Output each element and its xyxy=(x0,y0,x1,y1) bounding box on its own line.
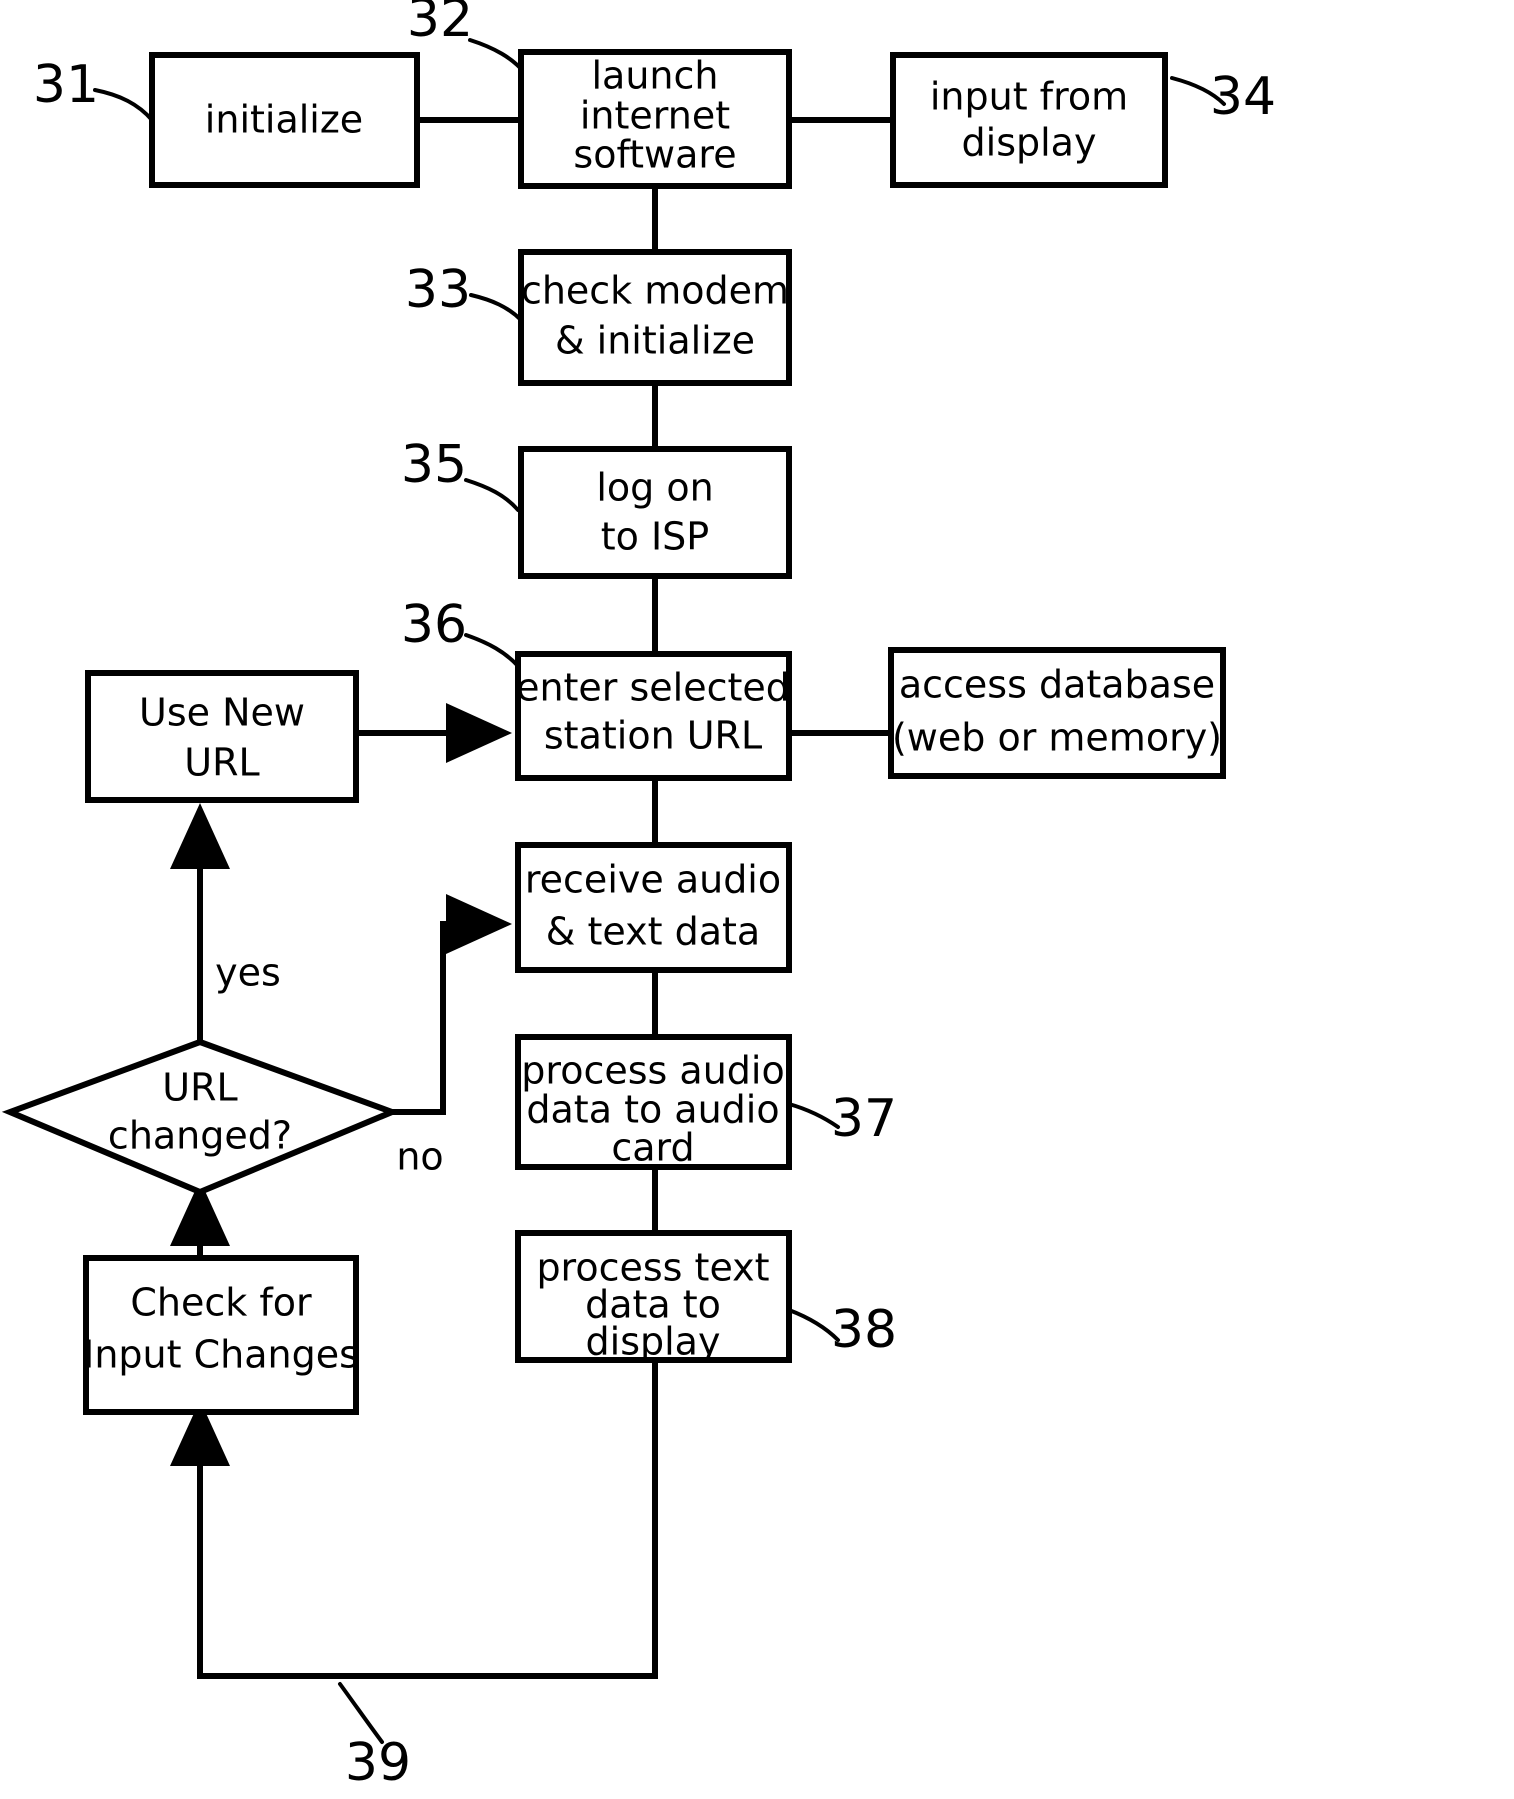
node-logon-line-0: log on xyxy=(596,466,713,510)
node-check-modem-line-1: & initialize xyxy=(555,319,755,363)
ref-numeral-31: 31 xyxy=(33,55,99,115)
flowchart-canvas: initialize launch internet software inpu… xyxy=(1,0,1276,1793)
ref-numeral-38: 38 xyxy=(831,1300,897,1360)
ref-numeral-39: 39 xyxy=(345,1733,411,1793)
patent-flowchart-figure: initialize launch internet software inpu… xyxy=(0,0,1514,1799)
ref-numeral-33: 33 xyxy=(405,260,471,320)
connector-no-branch-to-receive-audio xyxy=(392,894,512,1115)
node-use-new-url-line-0: Use New xyxy=(139,691,305,735)
node-use-new-url-line-1: URL xyxy=(184,741,259,785)
leader-35 xyxy=(464,478,520,512)
node-initialize-line-0: initialize xyxy=(205,98,363,142)
node-logon-line-1: to ISP xyxy=(601,515,709,559)
node-url-changed-line-1: changed? xyxy=(108,1114,292,1158)
node-process-audio-line-0: process audio xyxy=(521,1049,784,1093)
node-access-database-line-0: access database xyxy=(899,663,1215,707)
leader-33 xyxy=(469,293,523,322)
leader-32 xyxy=(468,38,526,74)
edge-label-yes: yes xyxy=(215,951,281,995)
ref-numeral-34: 34 xyxy=(1210,67,1276,127)
node-url-changed-line-0: URL xyxy=(162,1066,237,1110)
leader-31 xyxy=(93,88,154,122)
leader-36 xyxy=(464,633,520,668)
ref-numeral-32: 32 xyxy=(407,0,473,49)
ref-numeral-35: 35 xyxy=(401,435,467,495)
node-launch-line-2: software xyxy=(573,133,736,177)
ref-numeral-36: 36 xyxy=(401,595,467,655)
ref-numeral-37: 37 xyxy=(831,1089,897,1149)
node-enter-url-line-1: station URL xyxy=(544,714,762,758)
node-receive-audio-line-1: & text data xyxy=(546,910,760,954)
node-check-input-line-1: Input Changes xyxy=(83,1333,359,1377)
node-process-text-line-2: display xyxy=(586,1320,721,1364)
node-launch-line-1: internet xyxy=(580,94,730,138)
node-process-audio-line-2: card xyxy=(611,1126,694,1170)
node-input-display-line-1: display xyxy=(962,121,1097,165)
node-enter-url-line-0: enter selected xyxy=(516,666,790,710)
node-check-input-line-0: Check for xyxy=(130,1281,312,1325)
edge-label-no: no xyxy=(396,1135,443,1179)
node-access-database-line-1: (web or memory) xyxy=(892,716,1222,760)
node-receive-audio-line-0: receive audio xyxy=(525,858,781,902)
node-input-display-line-0: input from xyxy=(930,75,1128,119)
node-launch-line-0: launch xyxy=(592,54,719,98)
node-check-modem-line-0: check modem xyxy=(521,269,789,313)
